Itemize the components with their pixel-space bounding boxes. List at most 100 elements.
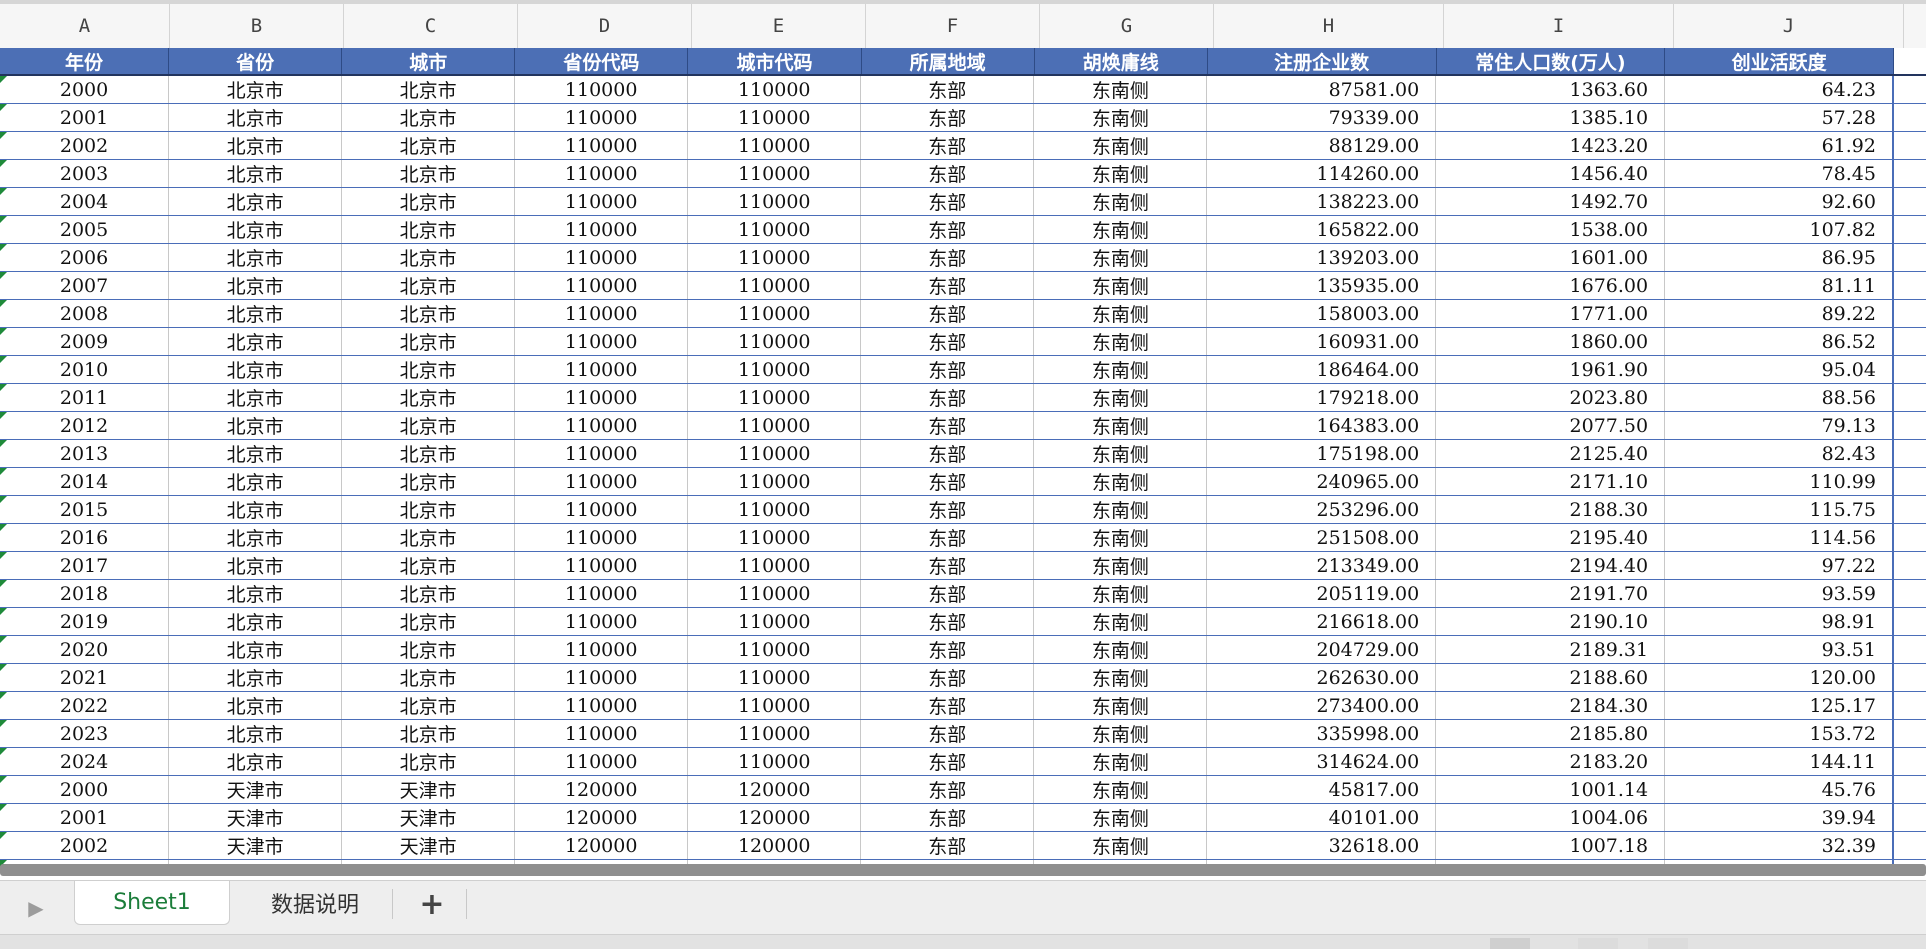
cell-region[interactable]: 东部: [861, 384, 1035, 411]
cell-registered-firms[interactable]: 158003.00: [1207, 300, 1437, 327]
cell-hu-line[interactable]: 东南侧: [1034, 720, 1208, 747]
cell-entrepreneurship-activity[interactable]: 45.76: [1665, 776, 1894, 803]
empty-cell[interactable]: [1894, 216, 1926, 243]
cell-region[interactable]: 东部: [861, 776, 1035, 803]
cell-region[interactable]: 东部: [861, 356, 1035, 383]
cell-city-code[interactable]: 110000: [688, 300, 862, 327]
cell-year[interactable]: 2016: [0, 524, 170, 551]
cell-province-code[interactable]: 110000: [515, 160, 689, 187]
empty-cell[interactable]: [1894, 468, 1926, 495]
cell-province-code[interactable]: 110000: [515, 412, 689, 439]
cell-year[interactable]: 2005: [0, 216, 170, 243]
cell-hu-line[interactable]: 东南侧: [1034, 552, 1208, 579]
cell-city[interactable]: 北京市: [342, 692, 516, 719]
cell-year[interactable]: 2003: [0, 160, 170, 187]
cell-region[interactable]: 东部: [861, 664, 1035, 691]
cell-city[interactable]: 北京市: [342, 216, 516, 243]
column-letter-a[interactable]: A: [0, 4, 170, 48]
cell-registered-firms[interactable]: 205119.00: [1207, 580, 1437, 607]
cell-resident-population[interactable]: 2185.80: [1436, 720, 1666, 747]
header-cell-year[interactable]: 年份: [0, 48, 170, 74]
cell-entrepreneurship-activity[interactable]: 125.17: [1665, 692, 1894, 719]
cell-city-code[interactable]: 110000: [688, 104, 862, 131]
cell-province[interactable]: 北京市: [169, 356, 343, 383]
cell-city-code[interactable]: 110000: [688, 636, 862, 663]
empty-cell[interactable]: [1894, 804, 1926, 831]
cell-entrepreneurship-activity[interactable]: 110.99: [1665, 468, 1894, 495]
cell-hu-line[interactable]: 东南侧: [1034, 692, 1208, 719]
cell-registered-firms[interactable]: 88129.00: [1207, 132, 1437, 159]
empty-cell[interactable]: [1894, 132, 1926, 159]
cell-resident-population[interactable]: 1363.60: [1436, 76, 1666, 103]
cell-resident-population[interactable]: 2023.80: [1436, 384, 1666, 411]
cell-province[interactable]: 北京市: [169, 300, 343, 327]
column-letter-g[interactable]: G: [1040, 4, 1214, 48]
cell-entrepreneurship-activity[interactable]: 98.91: [1665, 608, 1894, 635]
cell-year[interactable]: 2002: [0, 132, 170, 159]
cell-entrepreneurship-activity[interactable]: 32.39: [1665, 832, 1894, 859]
cell-year[interactable]: 2018: [0, 580, 170, 607]
header-cell-entrepreneurship-activity[interactable]: 创业活跃度: [1665, 48, 1895, 74]
cell-city-code[interactable]: 110000: [688, 244, 862, 271]
play-right-icon[interactable]: ▶: [18, 891, 54, 925]
cell-city[interactable]: 北京市: [342, 76, 516, 103]
cell-registered-firms[interactable]: 179218.00: [1207, 384, 1437, 411]
cell-city[interactable]: 北京市: [342, 188, 516, 215]
cell-province-code[interactable]: 110000: [515, 496, 689, 523]
cell-hu-line[interactable]: 东南侧: [1034, 636, 1208, 663]
cell-entrepreneurship-activity[interactable]: 95.04: [1665, 356, 1894, 383]
cell-hu-line[interactable]: 东南侧: [1034, 160, 1208, 187]
cell-city[interactable]: 北京市: [342, 664, 516, 691]
cell-year[interactable]: 2001: [0, 104, 170, 131]
empty-cell[interactable]: [1894, 104, 1926, 131]
cell-province[interactable]: 北京市: [169, 524, 343, 551]
cell-registered-firms[interactable]: 335998.00: [1207, 720, 1437, 747]
cell-city[interactable]: 北京市: [342, 384, 516, 411]
empty-cell[interactable]: [1894, 748, 1926, 775]
cell-city[interactable]: 北京市: [342, 496, 516, 523]
empty-cell[interactable]: [1894, 300, 1926, 327]
cell-city[interactable]: 北京市: [342, 748, 516, 775]
cell-region[interactable]: 东部: [861, 300, 1035, 327]
cell-entrepreneurship-activity[interactable]: 153.72: [1665, 720, 1894, 747]
cell-province[interactable]: 北京市: [169, 272, 343, 299]
cell-year[interactable]: 2007: [0, 272, 170, 299]
empty-cell[interactable]: [1894, 496, 1926, 523]
column-letter-e[interactable]: E: [692, 4, 866, 48]
cell-city-code[interactable]: 120000: [688, 776, 862, 803]
empty-cell[interactable]: [1894, 160, 1926, 187]
cell-year[interactable]: 2000: [0, 76, 170, 103]
empty-cell[interactable]: [1894, 580, 1926, 607]
view-normal-button[interactable]: [1490, 938, 1530, 949]
cell-province[interactable]: 北京市: [169, 328, 343, 355]
cell-region[interactable]: 东部: [861, 748, 1035, 775]
cell-entrepreneurship-activity[interactable]: 92.60: [1665, 188, 1894, 215]
cell-hu-line[interactable]: 东南侧: [1034, 412, 1208, 439]
cell-region[interactable]: 东部: [861, 412, 1035, 439]
cell-resident-population[interactable]: 2183.20: [1436, 748, 1666, 775]
cell-province[interactable]: 北京市: [169, 104, 343, 131]
cell-resident-population[interactable]: 1676.00: [1436, 272, 1666, 299]
cell-entrepreneurship-activity[interactable]: 93.51: [1665, 636, 1894, 663]
cell-city-code[interactable]: 110000: [688, 552, 862, 579]
cell-year[interactable]: 2013: [0, 440, 170, 467]
cell-hu-line[interactable]: 东南侧: [1034, 664, 1208, 691]
cell-entrepreneurship-activity[interactable]: 82.43: [1665, 440, 1894, 467]
cell-province[interactable]: 北京市: [169, 468, 343, 495]
cell-registered-firms[interactable]: 138223.00: [1207, 188, 1437, 215]
cell-province-code[interactable]: 120000: [515, 832, 689, 859]
view-page-layout-button[interactable]: [1578, 938, 1618, 949]
cell-entrepreneurship-activity[interactable]: 61.92: [1665, 132, 1894, 159]
column-letter-h[interactable]: H: [1214, 4, 1444, 48]
cell-year[interactable]: 2006: [0, 244, 170, 271]
cell-province[interactable]: 北京市: [169, 216, 343, 243]
header-cell-city[interactable]: 城市: [342, 48, 516, 74]
cell-city-code[interactable]: 110000: [688, 664, 862, 691]
cell-region[interactable]: 东部: [861, 188, 1035, 215]
cell-resident-population[interactable]: 2189.31: [1436, 636, 1666, 663]
cell-city[interactable]: 北京市: [342, 468, 516, 495]
cell-hu-line[interactable]: 东南侧: [1034, 496, 1208, 523]
cell-province-code[interactable]: 110000: [515, 76, 689, 103]
empty-cell[interactable]: [1894, 692, 1926, 719]
cell-registered-firms[interactable]: 32618.00: [1207, 832, 1437, 859]
